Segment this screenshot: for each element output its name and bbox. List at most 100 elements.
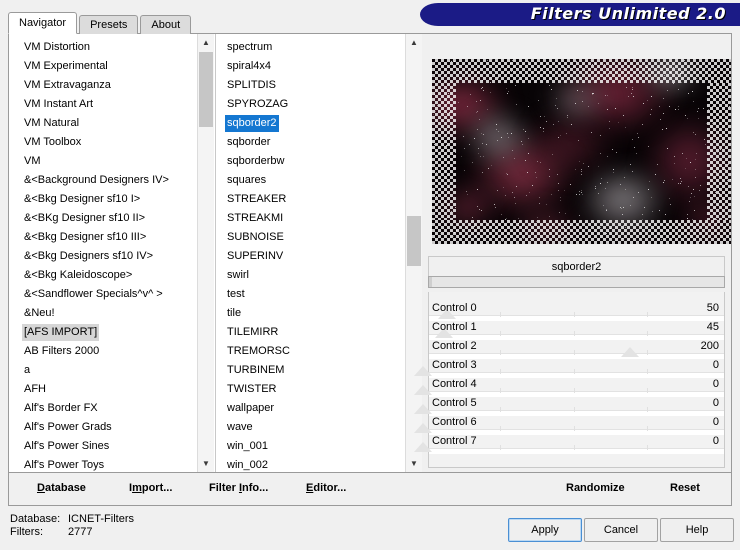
list-item[interactable]: Alf's Border FX <box>9 399 197 418</box>
randomize-button[interactable]: Randomize <box>566 482 625 494</box>
control-slider-row[interactable]: Control 4 0 <box>414 377 724 397</box>
editor-button[interactable]: Editor... <box>306 482 346 494</box>
control-slider-row[interactable]: Control 5 0 <box>414 396 724 416</box>
slider-tick-icon <box>499 312 501 317</box>
category-list[interactable]: VM Distortion VM Experimental VM Extravaga… <box>9 34 214 472</box>
control-slider-row[interactable]: Control 7 0 <box>414 434 724 454</box>
control-slider-row[interactable]: Control 3 0 <box>414 358 724 378</box>
control-slider-row[interactable]: Control 6 0 <box>414 415 724 435</box>
list-item[interactable]: win_002 <box>216 456 405 472</box>
slider-thumb[interactable] <box>414 385 433 395</box>
list-item[interactable]: VM Experimental <box>9 57 197 76</box>
list-item-label: sqborderbw <box>227 155 285 167</box>
list-item[interactable]: TILEMIRR <box>216 323 405 342</box>
list-item[interactable]: TURBINEM <box>216 361 405 380</box>
scrollbar-thumb[interactable] <box>407 216 421 266</box>
scroll-up-icon[interactable]: ▲ <box>406 34 422 51</box>
list-item-label: VM Distortion <box>24 41 91 53</box>
list-item[interactable]: TWISTER <box>216 380 405 399</box>
list-item[interactable]: tile <box>216 304 405 323</box>
slider-thumb[interactable] <box>620 347 639 357</box>
list-item[interactable]: Alf's Power Toys <box>9 456 197 472</box>
control-slider-row[interactable]: Control 2 200 <box>429 339 724 359</box>
slider-tick-icon <box>573 388 575 393</box>
control-slider-row[interactable]: Control 0 50 <box>429 301 724 321</box>
list-item[interactable]: wave <box>216 418 405 437</box>
tab-navigator[interactable]: Navigator <box>8 12 78 34</box>
list-item[interactable]: &<Bkg Kaleidoscope> <box>9 266 197 285</box>
list-item-label: SPYROZAG <box>227 98 289 110</box>
tab-about[interactable]: About <box>140 15 192 34</box>
list-item[interactable]: a <box>9 361 197 380</box>
list-item[interactable]: STREAKER <box>216 190 405 209</box>
slider-track[interactable] <box>429 448 724 454</box>
list-item[interactable]: spiral4x4 <box>216 57 405 76</box>
list-item[interactable]: &<Background Designers IV> <box>9 171 197 190</box>
list-item[interactable]: VM Distortion <box>9 38 197 57</box>
list-item[interactable]: wallpaper <box>216 399 405 418</box>
apply-button[interactable]: Apply <box>508 518 582 542</box>
list-item[interactable]: swirl <box>216 266 405 285</box>
parameter-progress-bar[interactable] <box>428 276 725 288</box>
list-item[interactable]: SPYROZAG <box>216 95 405 114</box>
slider-thumb[interactable] <box>414 442 433 452</box>
list-item[interactable]: TREMORSC <box>216 342 405 361</box>
list-item[interactable]: AFH <box>9 380 197 399</box>
slider-tick-icon <box>573 445 575 450</box>
scrollbar-thumb[interactable] <box>199 52 213 127</box>
list-item[interactable]: sqborder2 <box>216 114 405 133</box>
slider-tick-icon <box>647 312 649 317</box>
list-item[interactable]: SUPERINV <box>216 247 405 266</box>
list-item[interactable]: SUBNOISE <box>216 228 405 247</box>
list-item[interactable]: &<Bkg Designer sf10 III> <box>9 228 197 247</box>
preview-image[interactable] <box>432 59 731 244</box>
slider-tick-icon <box>647 388 649 393</box>
list-item[interactable]: &<Bkg Designer sf10 I> <box>9 190 197 209</box>
right-column: sqborder2 Control 0 50 Control 1 45 Control … <box>414 34 731 472</box>
control-slider-row[interactable]: Control 1 45 <box>429 320 724 340</box>
app-title: Filters Unlimited 2.0 <box>530 4 726 23</box>
scroll-down-icon[interactable]: ▼ <box>198 455 214 472</box>
list-item[interactable]: VM Natural <box>9 114 197 133</box>
list-item[interactable]: STREAKMI <box>216 209 405 228</box>
slider-thumb[interactable] <box>414 423 433 433</box>
list-item[interactable]: VM Extravaganza <box>9 76 197 95</box>
list-item[interactable]: squares <box>216 171 405 190</box>
slider-thumb[interactable] <box>414 404 433 414</box>
list-item[interactable]: test <box>216 285 405 304</box>
list-item[interactable]: SPLITDIS <box>216 76 405 95</box>
list-item[interactable]: Alf's Power Sines <box>9 437 197 456</box>
control-value: 0 <box>712 435 719 447</box>
scroll-up-icon[interactable]: ▲ <box>198 34 214 51</box>
list-item-label: &<Bkg Designer sf10 III> <box>24 231 147 243</box>
import-button[interactable]: Import... <box>129 482 172 494</box>
list-item[interactable]: AB Filters 2000 <box>9 342 197 361</box>
list-item[interactable]: VM <box>9 152 197 171</box>
list-item[interactable]: sqborderbw <box>216 152 405 171</box>
reset-button[interactable]: Reset <box>670 482 700 494</box>
help-button[interactable]: Help <box>660 518 734 542</box>
cancel-button[interactable]: Cancel <box>584 518 658 542</box>
tab-presets[interactable]: Presets <box>79 15 139 34</box>
list-item[interactable]: &Neu! <box>9 304 197 323</box>
database-button[interactable]: Database <box>37 482 86 494</box>
list-item-label: VM Experimental <box>24 60 108 72</box>
scroll-down-icon[interactable]: ▼ <box>406 455 422 472</box>
list-item[interactable]: spectrum <box>216 38 405 57</box>
list-item[interactable]: VM Instant Art <box>9 95 197 114</box>
list-item[interactable]: &<BKg Designer sf10 II> <box>9 209 197 228</box>
list-item[interactable]: sqborder <box>216 133 405 152</box>
category-list-scrollbar[interactable]: ▲ ▼ <box>197 34 214 472</box>
list-item[interactable]: [AFS IMPORT] <box>9 323 197 342</box>
control-label: Control 4 <box>432 378 477 390</box>
list-item[interactable]: Alf's Power Grads <box>9 418 197 437</box>
list-item[interactable]: win_001 <box>216 437 405 456</box>
filter-info-button[interactable]: Filter Info... <box>209 482 268 494</box>
list-item[interactable]: &<Bkg Designers sf10 IV> <box>9 247 197 266</box>
slider-tick-icon <box>647 407 649 412</box>
filters-value: 2777 <box>68 526 93 538</box>
filter-list[interactable]: spectrum spiral4x4 SPLITDIS SPYROZAG sqborde… <box>215 34 422 472</box>
list-item[interactable]: VM Toolbox <box>9 133 197 152</box>
list-item[interactable]: &<Sandflower Specials^v^ > <box>9 285 197 304</box>
slider-thumb[interactable] <box>414 366 433 376</box>
